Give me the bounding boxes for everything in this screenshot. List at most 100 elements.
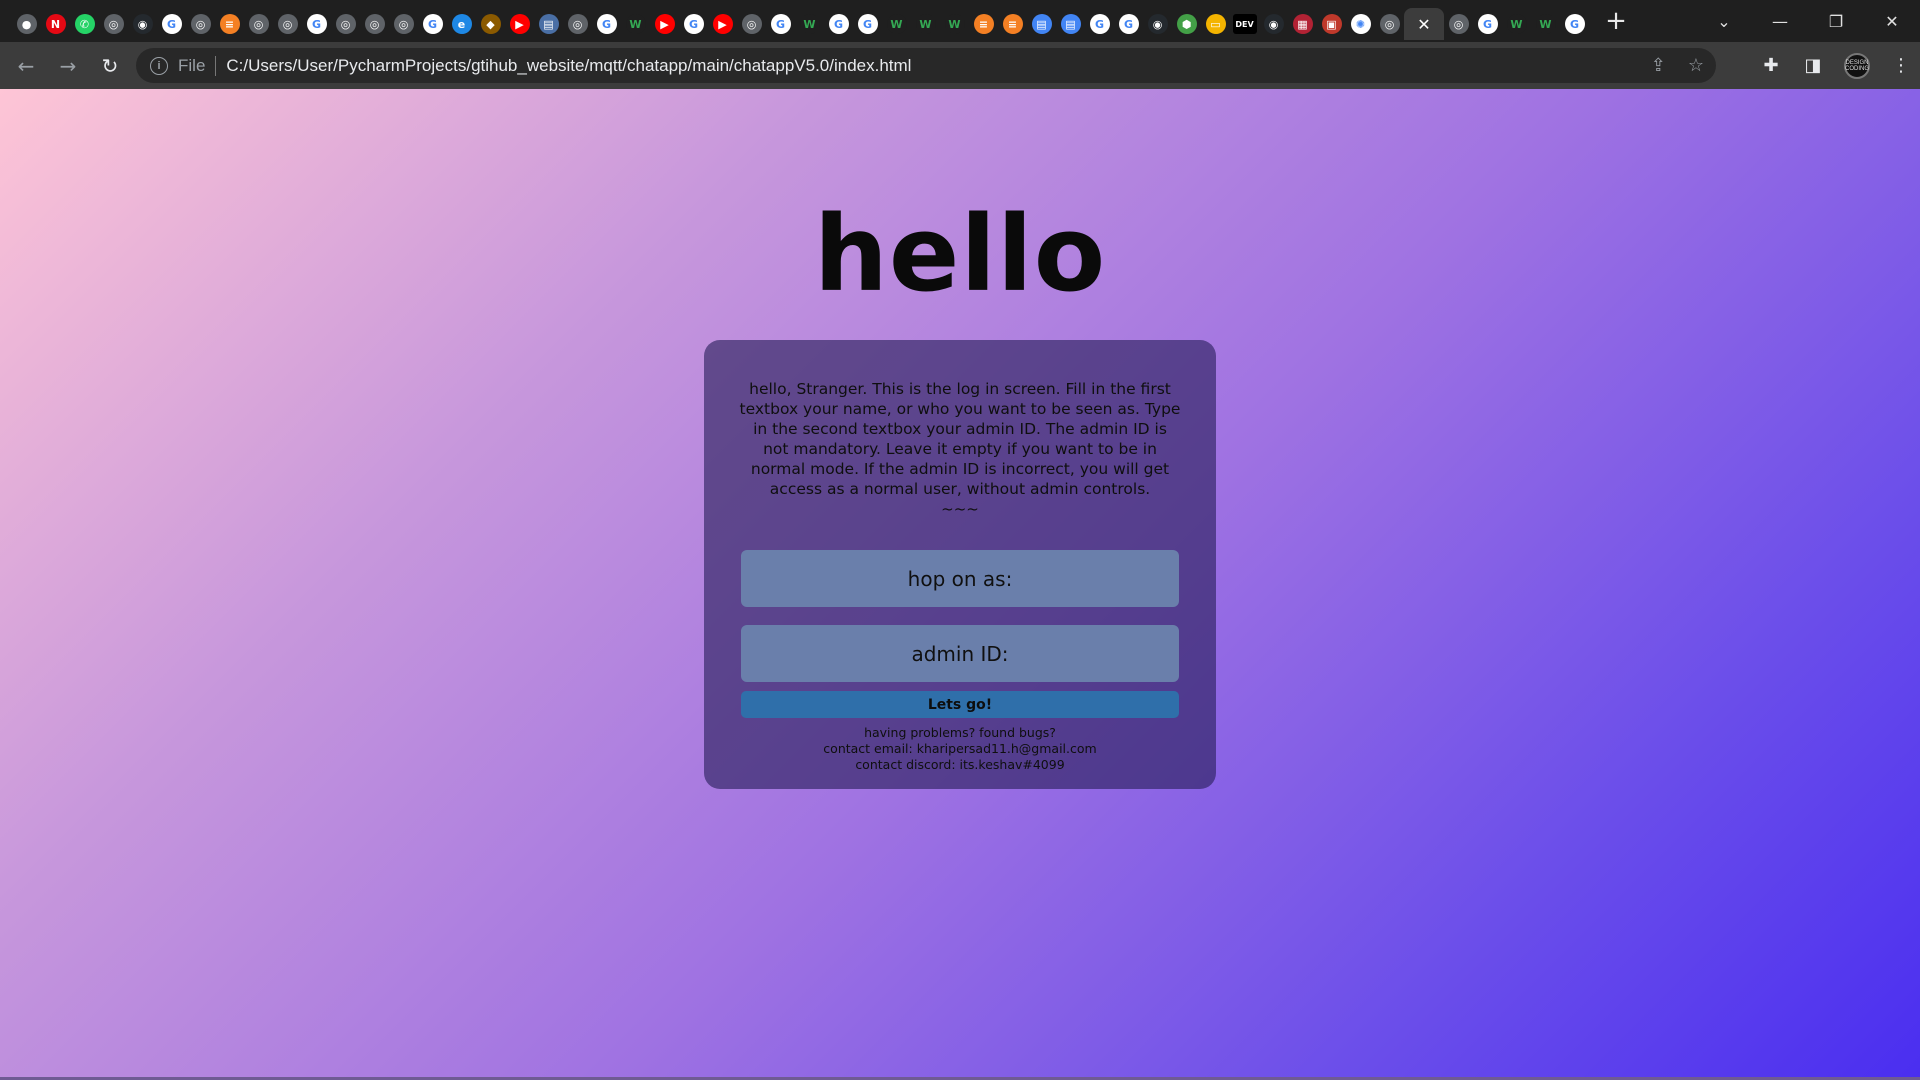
tab-search-button[interactable]: ⌄ bbox=[1696, 0, 1752, 42]
browser-tab[interactable]: W bbox=[621, 8, 650, 40]
browser-tab[interactable]: ◉ bbox=[1259, 8, 1288, 40]
browser-tab[interactable]: G bbox=[157, 8, 186, 40]
browser-tab[interactable]: ⬢ bbox=[1172, 8, 1201, 40]
youtube-icon: ▶ bbox=[654, 14, 675, 34]
browser-tab[interactable]: G bbox=[1473, 8, 1502, 40]
browser-tab[interactable]: ▶ bbox=[650, 8, 679, 40]
name-input[interactable] bbox=[741, 550, 1179, 607]
browser-tab[interactable]: ◎ bbox=[737, 8, 766, 40]
browser-tab[interactable]: ✆ bbox=[70, 8, 99, 40]
globe-icon: ◎ bbox=[248, 14, 269, 34]
browser-tab[interactable]: ≡ bbox=[215, 8, 244, 40]
omnibox-actions: ⇪ ☆ bbox=[1651, 48, 1704, 83]
document-icon: ▤ bbox=[538, 14, 559, 34]
address-bar[interactable]: i File C:/Users/User/PycharmProjects/gti… bbox=[136, 48, 1716, 83]
browser-tab[interactable]: ◎ bbox=[244, 8, 273, 40]
google-icon: G bbox=[161, 14, 182, 34]
site-info-icon[interactable]: i bbox=[150, 56, 168, 75]
close-icon[interactable]: ✕ bbox=[1414, 14, 1434, 34]
browser-tab[interactable]: ▭ bbox=[1201, 8, 1230, 40]
share-icon[interactable]: ⇪ bbox=[1651, 55, 1666, 76]
restore-button[interactable]: ❐ bbox=[1808, 0, 1864, 42]
browser-tab[interactable]: ≡ bbox=[969, 8, 998, 40]
browser-tab[interactable]: e bbox=[447, 8, 476, 40]
browser-tab[interactable]: ✕ bbox=[1404, 8, 1444, 40]
browser-tab[interactable]: ● bbox=[12, 8, 41, 40]
url-text[interactable]: C:/Users/User/PycharmProjects/gtihub_web… bbox=[226, 56, 911, 76]
browser-tab[interactable]: ▦ bbox=[1288, 8, 1317, 40]
browser-tab[interactable]: ◎ bbox=[389, 8, 418, 40]
lets-go-button[interactable]: Lets go! bbox=[741, 691, 1179, 718]
browser-tab[interactable]: ◎ bbox=[360, 8, 389, 40]
browser-tab[interactable]: ▶ bbox=[708, 8, 737, 40]
stackoverflow-icon: ≡ bbox=[1002, 14, 1023, 34]
google-icon: G bbox=[1477, 14, 1498, 34]
url-scheme-label: File bbox=[178, 55, 206, 75]
bookmark-star-icon[interactable]: ☆ bbox=[1688, 55, 1704, 76]
browser-tab[interactable]: ◎ bbox=[99, 8, 128, 40]
browser-tab[interactable]: W bbox=[1531, 8, 1560, 40]
profile-avatar[interactable]: DESIGN CODING bbox=[1844, 52, 1870, 79]
cube-icon: ⬢ bbox=[1176, 14, 1197, 34]
browser-tab[interactable]: ◆ bbox=[476, 8, 505, 40]
browser-tab[interactable]: ▣ bbox=[1317, 8, 1346, 40]
browser-tab[interactable]: G bbox=[418, 8, 447, 40]
browser-tab[interactable]: ≡ bbox=[998, 8, 1027, 40]
browser-tab[interactable]: ✺ bbox=[1346, 8, 1375, 40]
browser-tab[interactable]: ◎ bbox=[563, 8, 592, 40]
forward-button[interactable]: → bbox=[48, 46, 88, 86]
menu-icon[interactable]: ⋮ bbox=[1890, 55, 1912, 76]
browser-tab[interactable]: W bbox=[1502, 8, 1531, 40]
browser-toolbar: ← → ↻ i File C:/Users/User/PycharmProjec… bbox=[0, 42, 1920, 89]
browser-tab[interactable]: W bbox=[940, 8, 969, 40]
reload-button[interactable]: ↻ bbox=[90, 46, 130, 86]
browser-tab[interactable]: N bbox=[41, 8, 70, 40]
browser-tab[interactable]: W bbox=[882, 8, 911, 40]
google-icon: G bbox=[828, 14, 849, 34]
browser-tab[interactable]: ◎ bbox=[331, 8, 360, 40]
browser-tab[interactable]: ◎ bbox=[186, 8, 215, 40]
browser-tab[interactable]: G bbox=[1560, 8, 1589, 40]
browser-tab[interactable]: W bbox=[911, 8, 940, 40]
browser-tab[interactable]: DEV bbox=[1230, 8, 1259, 40]
side-panel-icon[interactable]: ◨ bbox=[1802, 55, 1824, 76]
google-icon: G bbox=[857, 14, 878, 34]
browser-tab[interactable]: W bbox=[795, 8, 824, 40]
google-icon: G bbox=[306, 14, 327, 34]
netflix-icon: N bbox=[45, 14, 66, 34]
browser-tab[interactable]: G bbox=[766, 8, 795, 40]
browser-tab[interactable]: ▶ bbox=[505, 8, 534, 40]
login-card: hello, Stranger. This is the log in scre… bbox=[704, 340, 1216, 789]
back-button[interactable]: ← bbox=[6, 46, 46, 86]
browser-tab[interactable]: G bbox=[302, 8, 331, 40]
browser-tab[interactable]: G bbox=[592, 8, 621, 40]
browser-tab[interactable]: ▤ bbox=[1027, 8, 1056, 40]
browser-tab[interactable]: G bbox=[853, 8, 882, 40]
globe-icon: ◎ bbox=[741, 14, 762, 34]
browser-tab[interactable]: G bbox=[679, 8, 708, 40]
browser-tab[interactable]: ◎ bbox=[273, 8, 302, 40]
shield-icon: ◆ bbox=[480, 14, 501, 34]
close-window-button[interactable]: ✕ bbox=[1864, 0, 1920, 42]
tab-strip: ● N ✆ ◎ ◉ G ◎ ≡ ◎ ◎ G ◎ ◎ ◎ Ge ◆ ▶ ▤ ◎ G W ▶ G ▶ ◎ G W G G W W W ≡ ≡ ▤ ▤ G G ◉… bbox=[0, 0, 1920, 42]
browser-tab[interactable]: G bbox=[824, 8, 853, 40]
globe-icon: ◎ bbox=[1379, 14, 1400, 34]
w-icon: W bbox=[886, 14, 907, 34]
extensions-icon[interactable]: ✚ bbox=[1760, 55, 1782, 76]
browser-tab[interactable]: G bbox=[1114, 8, 1143, 40]
new-tab-button[interactable]: + bbox=[1599, 4, 1633, 38]
browser-tab[interactable]: ◉ bbox=[128, 8, 157, 40]
login-instructions: hello, Stranger. This is the log in scre… bbox=[739, 380, 1181, 498]
browser-tab[interactable]: ▤ bbox=[534, 8, 563, 40]
flag-icon: ▦ bbox=[1292, 14, 1313, 34]
browser-tab[interactable]: G bbox=[1085, 8, 1114, 40]
stackoverflow-icon: ≡ bbox=[973, 14, 994, 34]
page-viewport: hello hello, Stranger. This is the log i… bbox=[0, 89, 1920, 1080]
minimize-button[interactable]: — bbox=[1752, 0, 1808, 42]
browser-tab[interactable]: ◎ bbox=[1444, 8, 1473, 40]
browser-tab[interactable]: ◎ bbox=[1375, 8, 1404, 40]
browser-tab[interactable]: ▤ bbox=[1056, 8, 1085, 40]
browser-tab[interactable]: ◉ bbox=[1143, 8, 1172, 40]
github-icon: ◉ bbox=[1147, 14, 1168, 34]
admin-id-input[interactable] bbox=[741, 625, 1179, 682]
